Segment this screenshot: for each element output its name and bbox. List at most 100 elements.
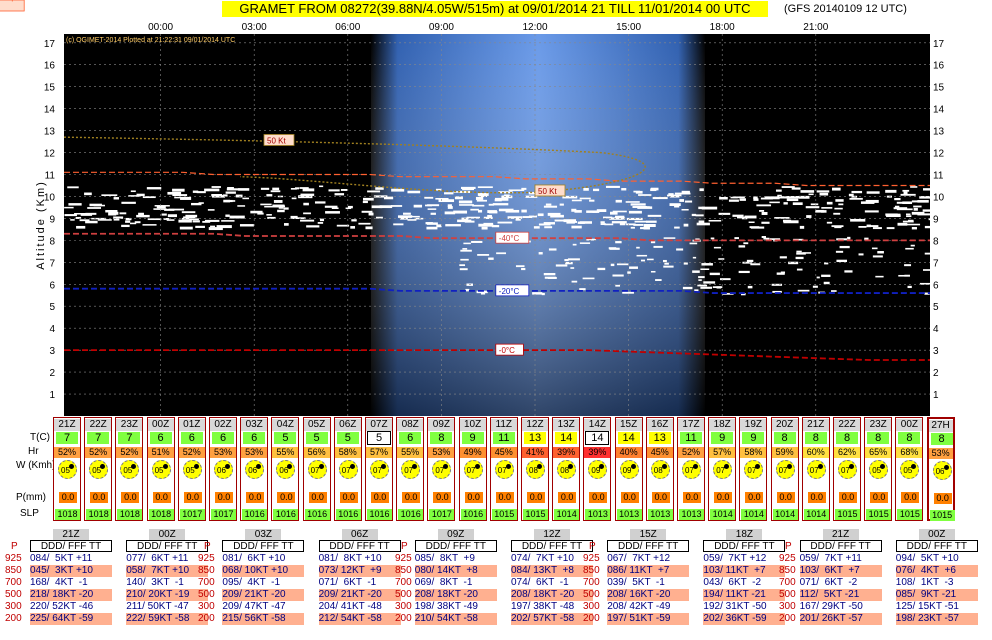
- cloud-fleck: [774, 217, 790, 219]
- hour-label: 27H: [928, 420, 953, 432]
- wind-dot: [661, 464, 667, 469]
- cloud-fleck: [779, 256, 787, 259]
- cloud-fleck: [565, 262, 573, 265]
- cloud-fleck: [748, 221, 755, 223]
- cloud-fleck: [579, 288, 586, 291]
- y-tick-label-left: 5: [49, 302, 55, 313]
- cloud-fleck: [538, 252, 543, 255]
- pressure-level: 925: [779, 553, 796, 564]
- slp-value: 1015: [523, 509, 548, 520]
- precip-value: 0.0: [90, 492, 109, 503]
- cloud-fleck: [142, 224, 157, 226]
- cloud-fleck: [407, 190, 421, 194]
- cloud-fleck: [759, 210, 765, 212]
- cloud-fleck: [583, 187, 589, 191]
- cloud-fleck: [264, 205, 281, 208]
- pressure-level: 200: [395, 613, 412, 624]
- wind-dot: [911, 464, 917, 469]
- cloud-fleck: [816, 276, 820, 279]
- cloud-fleck: [812, 285, 818, 288]
- cloud-fleck: [180, 196, 192, 200]
- hour-column: 19Z 9 58% 07 0.0 1014: [739, 417, 768, 521]
- cloud-fleck: [612, 210, 627, 213]
- wind-dot: [630, 464, 636, 469]
- y-tick-label-right: 10: [933, 192, 945, 203]
- cloud-fleck: [621, 188, 627, 191]
- slp-value: 1015: [866, 509, 892, 520]
- precip-value: 0.0: [807, 492, 826, 503]
- cloud-fleck: [478, 223, 494, 227]
- pressure-level: 500: [395, 589, 412, 600]
- humidity-value: 45%: [646, 447, 673, 458]
- slp-value: 1018: [86, 509, 112, 520]
- hour-column: 12Z 13 41% 08 0.0 1015: [521, 417, 549, 521]
- cloud-fleck: [97, 219, 112, 221]
- wind-circle: 09: [619, 460, 639, 479]
- hour-label: 01Z: [178, 419, 205, 431]
- cloud-fleck: [181, 211, 196, 214]
- cloud-fleck: [741, 216, 748, 220]
- hour-label: 05Z: [303, 419, 330, 431]
- y-tick-label-right: 12: [933, 149, 945, 160]
- cloud-fleck: [629, 266, 638, 269]
- cloud-fleck: [696, 222, 710, 226]
- cloud-fleck: [800, 190, 815, 193]
- cloud-fleck: [743, 242, 749, 245]
- cloud-fleck: [521, 209, 527, 213]
- humidity-value: 52%: [116, 447, 143, 458]
- hour-column: 10Z 9 49% 07 0.0 1016: [458, 417, 487, 521]
- y-tick-label-left: 6: [49, 280, 55, 291]
- row-label-wind: W (Kmh): [16, 460, 56, 471]
- cloud-fleck: [93, 204, 105, 207]
- cloud-fleck: [682, 286, 693, 290]
- cloud-fleck: [481, 226, 488, 230]
- pressure-level: 925: [5, 553, 22, 564]
- temp-value: 6: [180, 432, 203, 444]
- cloud-fleck: [739, 198, 746, 201]
- cloud-fleck: [701, 263, 713, 266]
- y-tick-label-right: 16: [933, 61, 945, 72]
- cloud-fleck: [430, 212, 436, 215]
- slp-value: 1013: [679, 509, 704, 520]
- cloud-fleck: [496, 252, 507, 255]
- cloud-fleck: [663, 237, 676, 239]
- cloud-fleck: [906, 223, 921, 226]
- cloud-fleck: [847, 236, 851, 240]
- sounding-time: 21Z: [822, 529, 859, 540]
- cloud-fleck: [872, 255, 883, 258]
- pressure-level: 850: [395, 565, 412, 576]
- cloud-fleck: [701, 206, 718, 210]
- temp-value: 7: [56, 432, 78, 444]
- cloud-fleck: [821, 207, 833, 209]
- cloud-fleck: [471, 240, 483, 243]
- cloud-fleck: [792, 202, 803, 206]
- pressure-level: 300: [5, 601, 22, 612]
- sounding-row: 094/ 5KT +10: [895, 553, 959, 564]
- y-tick-label-right: 9: [933, 214, 939, 225]
- cloud-fleck: [850, 218, 866, 222]
- humidity-value: 52%: [678, 447, 704, 458]
- humidity-value: 65%: [865, 447, 892, 458]
- hour-column: 17Z 11 52% 07 0.0 1013: [677, 417, 705, 521]
- sounding-row: 208/ 18KT -20: [414, 589, 497, 601]
- y-tick-label-right: 3: [933, 346, 939, 357]
- wind-circle: 07: [682, 460, 701, 479]
- series-label: -0°C: [499, 346, 515, 355]
- cloud-fleck: [904, 264, 912, 267]
- pressure-level: 200: [198, 613, 215, 624]
- pressure-level: 925: [198, 553, 215, 564]
- precip-value: 0.0: [495, 492, 514, 503]
- temp-value: 8: [773, 432, 796, 444]
- cloud-fleck: [894, 198, 901, 201]
- cloud-fleck: [647, 214, 662, 217]
- precip-value: 0.0: [620, 492, 639, 503]
- sounding-row: 198/ 23KT -57: [895, 613, 978, 625]
- hour-column: 06Z 5 58% 07 0.0 1016: [333, 417, 362, 521]
- precip-value: 0.0: [745, 492, 764, 503]
- slp-value: 1017: [211, 509, 236, 520]
- pressure-level: 300: [779, 601, 796, 612]
- sounding-row: 210/ 54KT -58: [414, 613, 497, 625]
- cloud-fleck: [718, 212, 731, 215]
- y-tick-label-right: 5: [933, 302, 939, 313]
- cloud-fleck: [238, 188, 250, 191]
